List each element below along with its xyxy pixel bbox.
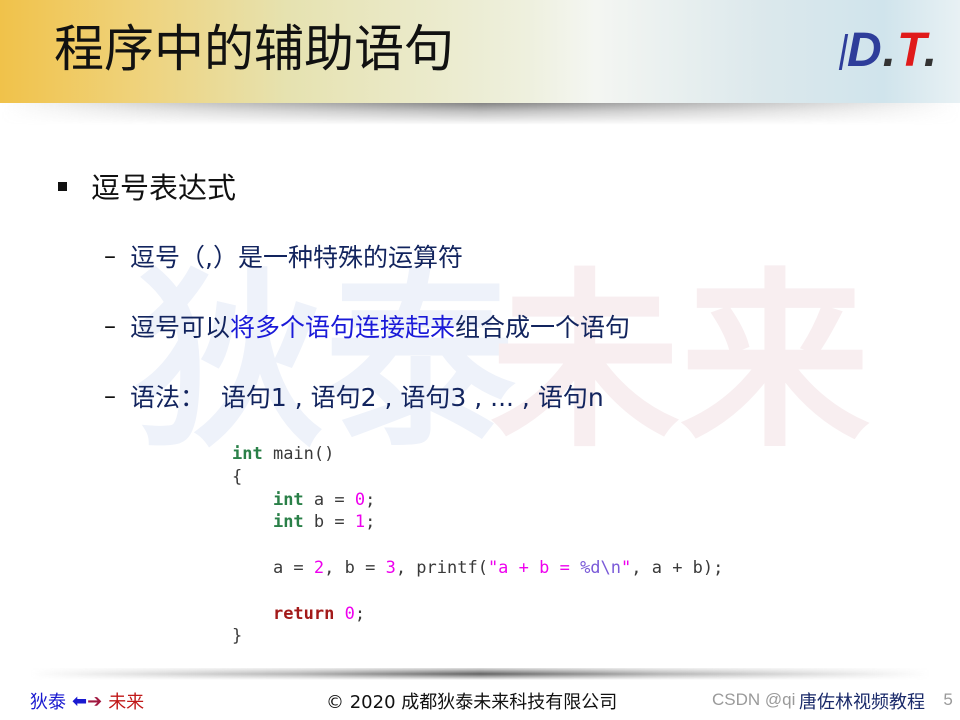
footer-brand: 狄泰 ⬅ ➔ 未来 — [30, 690, 145, 714]
code-token: " — [621, 557, 632, 578]
code-line: return 0; — [232, 603, 723, 626]
sub-bullet-text: 逗号可以将多个语句连接起来组合成一个语句 — [130, 313, 631, 342]
code-token: 0 — [354, 489, 366, 510]
code-token: ; — [365, 512, 376, 533]
sub-bullet-text: 语法： 语句1 , 语句2 , 语句3 , ... , 语句n — [130, 383, 604, 412]
code-token: 2 — [313, 557, 325, 578]
code-token: int — [232, 444, 263, 464]
code-line: { — [232, 466, 723, 489]
arrow-right-icon: ➔ — [87, 690, 103, 712]
sub-bullet-text: 逗号（,）是一种特殊的运算符 — [130, 243, 463, 272]
bullet-main-text: 逗号表达式 — [91, 171, 237, 205]
code-token: 0 — [344, 603, 355, 624]
sub-bullet-3: – 语法： 语句1 , 语句2 , 语句3 , ... , 语句n — [104, 378, 604, 414]
watermark-right: 未来 — [490, 252, 871, 473]
code-line: int main() — [232, 443, 723, 466]
square-bullet-icon — [58, 181, 67, 191]
code-token: , b = — [324, 557, 386, 578]
code-token: ; — [365, 489, 376, 510]
code-token: 1 — [354, 512, 366, 533]
arrow-left-icon: ⬅ — [72, 690, 88, 712]
code-line: a = 2, b = 3, printf("a + b = %d\n", a +… — [232, 557, 723, 580]
footer-overlay-text: 唐佐林视频教程 — [799, 692, 925, 713]
code-token: } — [232, 626, 243, 647]
code-token: b = — [303, 512, 355, 533]
footer-shadow — [30, 668, 930, 680]
dash-icon: – — [104, 382, 116, 410]
code-token: int — [272, 512, 304, 533]
code-token: int — [272, 489, 304, 510]
watermark-left: 狄泰 — [135, 252, 516, 473]
dt-logo: D.T. — [838, 26, 938, 76]
code-token: ; — [354, 603, 366, 624]
bullet-main: 逗号表达式 — [58, 166, 236, 206]
footer-copyright: © 2020 成都狄泰未来科技有限公司 — [326, 692, 618, 713]
dash-icon: – — [104, 312, 116, 340]
code-token: main() — [262, 444, 335, 464]
dash-icon: – — [104, 242, 116, 270]
code-token: %d\n — [580, 557, 622, 578]
code-line: } — [232, 625, 723, 648]
sub-bullet-2: – 逗号可以将多个语句连接起来组合成一个语句 — [104, 308, 630, 344]
highlight-text: 将多个语句连接起来 — [230, 313, 456, 342]
code-token: a = — [303, 489, 355, 510]
code-token: "a + b = — [487, 557, 581, 578]
code-token: , printf( — [395, 557, 488, 578]
code-token: 3 — [385, 557, 396, 578]
code-token: , a + b); — [631, 557, 724, 578]
code-line: int a = 0; — [232, 489, 723, 512]
sub-bullet-1: – 逗号（,）是一种特殊的运算符 — [104, 238, 463, 274]
code-block: int main(){ int a = 0; int b = 1; a = 2,… — [232, 443, 723, 648]
code-line: int b = 1; — [232, 511, 723, 534]
code-token: { — [232, 466, 243, 487]
code-token: return — [272, 603, 335, 624]
slide-title: 程序中的辅助语句 — [54, 20, 454, 78]
code-token: a = — [232, 557, 314, 578]
header-shadow — [0, 103, 960, 125]
